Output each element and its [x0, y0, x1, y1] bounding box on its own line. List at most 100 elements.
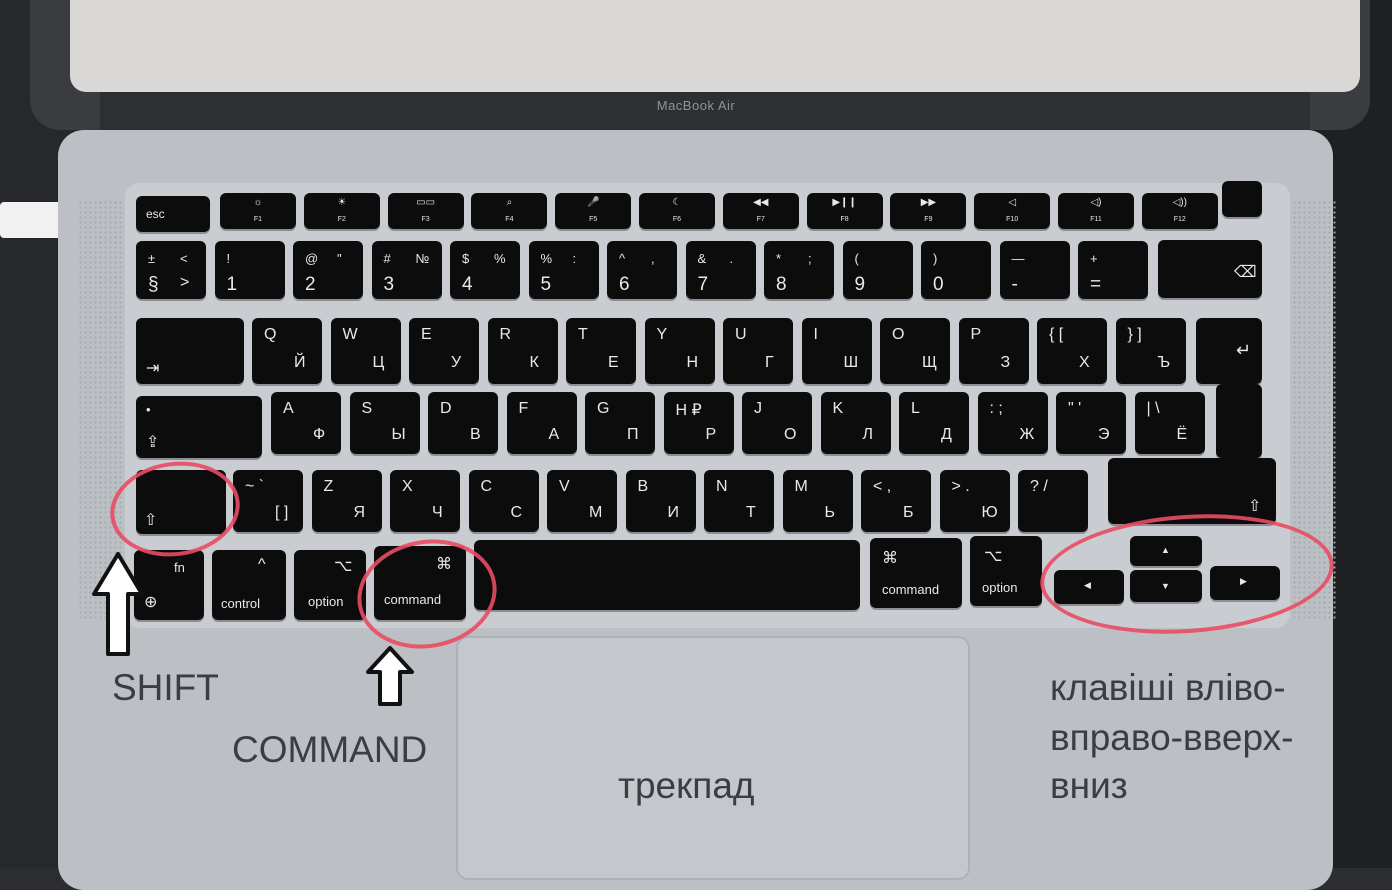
letter-key-z-row-6[interactable]: NТ [704, 470, 774, 532]
function-key-f11[interactable]: ◁) F11 [1058, 193, 1134, 229]
function-key-f12[interactable]: ◁)) F12 [1141, 193, 1218, 229]
key-cyrillic-label: Г [765, 354, 774, 371]
letter-key-z-row-4[interactable]: VМ [547, 470, 617, 532]
letter-key-a-row-1[interactable]: SЫ [349, 392, 420, 454]
number-key-3[interactable]: #3 № [371, 241, 442, 299]
key-cyrillic-label: Ъ [1157, 354, 1171, 371]
letter-key-a-row-0[interactable]: AФ [271, 392, 341, 454]
letter-key-z-row-5[interactable]: BИ [625, 470, 696, 532]
function-key-f8[interactable]: ▶❙❙ F8 [806, 193, 883, 229]
letter-key-z-row-0[interactable]: ~ ` [ ] [233, 470, 303, 532]
key-cyrillic-label: Ю [981, 504, 998, 521]
function-key-icon: ☀ [337, 197, 347, 208]
return-key[interactable]: ↵ [1196, 318, 1262, 384]
key-latin-label: X [402, 478, 413, 495]
key-shift-symbol: # [383, 251, 391, 266]
key-shift-symbol: & [697, 251, 707, 266]
number-key-8[interactable]: * 8; [764, 241, 834, 299]
number-key-10[interactable]: ) 0 [921, 241, 991, 299]
letter-key-z-row-8[interactable]: < , Б [861, 470, 931, 532]
function-key-f7[interactable]: ◀◀ F7 [722, 193, 799, 229]
letter-key-a-row-3[interactable]: FА [506, 392, 577, 454]
letter-key-a-row-10[interactable]: " ' Э [1056, 392, 1126, 454]
command-label: command [882, 582, 940, 597]
number-key-11[interactable]: — - [999, 241, 1070, 299]
function-key-icon: ◁ [1008, 197, 1017, 208]
key-alt-symbol: № [415, 251, 430, 266]
key-cyrillic-label: Ё [1176, 426, 1188, 443]
esc-key[interactable]: esc [136, 196, 210, 232]
function-key-label: F7 [756, 216, 765, 223]
letter-key-z-row-10[interactable]: ? / [1018, 470, 1088, 532]
letter-key-z-row-3[interactable]: CС [468, 470, 539, 532]
number-key-7[interactable]: & 7. [685, 241, 756, 299]
backspace-key[interactable]: ⌫ [1158, 240, 1262, 298]
key-cyrillic-label: Р [705, 426, 717, 443]
letter-key-q-row-7[interactable]: IШ [801, 318, 872, 384]
trackpad-caption: трекпад [618, 765, 755, 806]
letter-key-a-row-2[interactable]: DВ [428, 392, 498, 454]
function-key-f1[interactable]: ☼ F1 [220, 193, 296, 229]
letter-key-z-row-7[interactable]: MЬ [782, 470, 853, 532]
key-shift-symbol: ± [148, 251, 156, 266]
key-latin-label: O [892, 326, 905, 343]
function-key-f6[interactable]: ☾ F6 [639, 193, 715, 229]
right-option-key[interactable]: ⌥ option [970, 536, 1042, 606]
number-key-12[interactable]: + = [1078, 241, 1148, 299]
letter-key-q-row-3[interactable]: RК [487, 318, 558, 384]
letter-key-q-row-5[interactable]: YН [644, 318, 715, 384]
right-command-key[interactable]: ⌘ command [870, 538, 962, 608]
number-key-0[interactable]: ± § < > [136, 241, 206, 299]
letter-key-a-row-11[interactable]: | \ Ё [1134, 392, 1205, 454]
letter-key-z-row-2[interactable]: XЧ [390, 470, 460, 532]
letter-key-a-row-4[interactable]: GП [585, 392, 655, 454]
letter-key-q-row-4[interactable]: TЕ [566, 318, 636, 384]
key-cyrillic-label: Ф [313, 426, 326, 443]
letter-key-q-row-6[interactable]: UГ [723, 318, 793, 384]
letter-key-q-row-1[interactable]: WЦ [330, 318, 401, 384]
trackpad[interactable] [456, 636, 970, 880]
key-latin-label: > . [951, 478, 970, 495]
function-key-icon: 🎤 [586, 197, 600, 208]
letter-key-q-row-11[interactable]: } ] Ъ [1115, 318, 1186, 384]
touch-id-key[interactable] [1222, 181, 1262, 217]
number-key-2[interactable]: @2 " [293, 241, 363, 299]
control-key[interactable]: ^ control [212, 550, 286, 620]
key-latin-label: M [794, 478, 808, 495]
key-shift-symbol: — [1011, 251, 1025, 266]
letter-key-q-row-0[interactable]: QЙ [252, 318, 322, 384]
tab-key[interactable]: ⇥ [136, 318, 244, 384]
number-key-6[interactable]: ^ 6, [607, 241, 677, 299]
function-key-f5[interactable]: 🎤 F5 [555, 193, 632, 229]
function-key-f9[interactable]: ▶▶ F9 [890, 193, 967, 229]
letter-key-q-row-10[interactable]: { [Х [1037, 318, 1107, 384]
letter-key-q-row-8[interactable]: OЩ [880, 318, 950, 384]
letter-key-z-row-1[interactable]: ZЯ [311, 470, 382, 532]
key-cyrillic-label: М [589, 504, 603, 521]
function-key-f2[interactable]: ☀ F2 [303, 193, 380, 229]
letter-key-a-row-9[interactable]: : ; Ж [977, 392, 1048, 454]
function-key-f3[interactable]: ▭▭ F3 [387, 193, 464, 229]
letter-key-q-row-2[interactable]: EУ [409, 318, 479, 384]
number-key-9[interactable]: (9 [842, 241, 913, 299]
letter-key-a-row-8[interactable]: LД [899, 392, 969, 454]
function-key-f4[interactable]: ⌕ F4 [471, 193, 548, 229]
caps-lock-key[interactable]: • ⇪ [136, 396, 262, 458]
number-key-1[interactable]: ! 1 [214, 241, 285, 299]
fn-label: fn [174, 560, 185, 575]
letter-key-a-row-6[interactable]: JО [742, 392, 812, 454]
key-cyrillic-label: Х [1079, 354, 1090, 371]
key-main-symbol: 3 [383, 274, 395, 295]
key-alt-symbol: : [572, 251, 577, 266]
option-key[interactable]: ⌥ option [294, 550, 366, 620]
key-latin-label: Z [323, 478, 334, 495]
space-bar[interactable] [474, 540, 860, 610]
letter-key-q-row-9[interactable]: PЗ [958, 318, 1029, 384]
letter-key-a-row-7[interactable]: KЛ [820, 392, 891, 454]
function-key-f10[interactable]: ◁ F10 [974, 193, 1051, 229]
letter-key-a-row-5[interactable]: H ₽ Р [663, 392, 734, 454]
globe-icon: ⊕ [144, 594, 158, 611]
number-key-4[interactable]: $4% [450, 241, 520, 299]
letter-key-z-row-9[interactable]: > . Ю [939, 470, 1010, 532]
number-key-5[interactable]: % 5: [528, 241, 599, 299]
